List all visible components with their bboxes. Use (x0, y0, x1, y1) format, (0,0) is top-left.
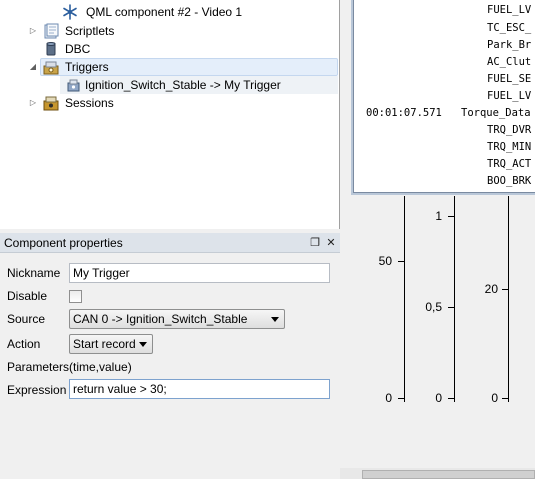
axis-1-tick-label: 0 (385, 391, 392, 405)
tree-item-label: Triggers (65, 60, 109, 74)
float-panel-icon[interactable]: ❐ (308, 236, 322, 250)
tree-item-label: QML component #2 - Video 1 (86, 5, 243, 19)
axis-1-tick (398, 261, 404, 262)
source-select[interactable]: CAN 0 -> Ignition_Switch_Stable (69, 309, 285, 329)
parameters-value: (time,value) (69, 360, 132, 374)
axis-1-tick-label: 50 (378, 254, 392, 268)
axis-2-tick-label: 0 (435, 391, 442, 405)
scriptlets-icon (43, 23, 59, 39)
expand-arrow-icon[interactable]: ▷ (28, 26, 38, 36)
axis-2-tick-label: 0,5 (425, 300, 442, 314)
chevron-down-icon (139, 342, 147, 347)
expression-label: Expression (7, 383, 67, 397)
collapse-arrow-icon[interactable]: ◢ (28, 62, 38, 72)
trace-signal-name: TRQ_ACT (487, 158, 532, 170)
axis-2-tick (448, 307, 454, 308)
triggers-icon (43, 59, 59, 75)
chevron-down-icon (271, 317, 279, 322)
source-label: Source (7, 312, 46, 326)
axis-2-line (454, 196, 455, 402)
action-select[interactable]: Start record (69, 334, 153, 354)
snowflake-icon (62, 4, 78, 20)
nickname-field[interactable]: My Trigger (69, 263, 330, 283)
disable-label: Disable (7, 289, 48, 303)
horizontal-scrollbar[interactable] (340, 468, 535, 479)
expression-field[interactable]: return value > 30; (69, 379, 330, 399)
axis-2-tick-label: 1 (435, 209, 442, 223)
trace-signal-name: AC_Clut (487, 56, 532, 68)
trace-signal-name: FUEL_LV (487, 90, 532, 102)
project-tree[interactable]: QML component #2 - Video 1 ▷ Scriptlets … (0, 0, 340, 229)
axis-2-tick (448, 216, 454, 217)
axis-3-line (508, 196, 509, 402)
axis-3-tick (502, 398, 508, 399)
scrollbar-thumb[interactable] (362, 470, 535, 479)
close-icon[interactable]: ✕ (324, 236, 338, 250)
trace-signal-name: FUEL_SE (487, 73, 532, 85)
trace-signal-name: Park_Br (487, 39, 532, 51)
database-icon (43, 41, 59, 57)
trace-signal-name: FUEL_LV (487, 4, 532, 16)
sessions-icon (43, 95, 59, 111)
axis-3-tick-label: 20 (484, 282, 498, 296)
trace-message-name: Torque_Data (461, 107, 531, 119)
tree-item-label: Ignition_Switch_Stable -> My Trigger (85, 78, 281, 92)
trace-signal-name: TC_ESC_ (487, 22, 532, 34)
panel-title: Component properties (0, 233, 340, 253)
trigger-item-icon (65, 77, 81, 93)
axis-3-tick-label: 0 (491, 391, 498, 405)
action-select-value: Start record (73, 337, 136, 351)
action-label: Action (7, 337, 41, 351)
tree-item-label: DBC (65, 42, 91, 56)
axis-1-line (404, 196, 405, 402)
trace-window[interactable]: FUEL_LV TC_ESC_ Park_Br AC_Clut FUEL_SE … (353, 0, 535, 193)
trace-signal-name: TRQ_DVR (487, 124, 532, 136)
trace-signal-name: TRQ_MIN (487, 141, 532, 153)
component-properties-panel: Component properties ❐ ✕ Nickname My Tri… (0, 233, 340, 479)
nickname-label: Nickname (7, 266, 61, 280)
trace-signal-name: BOO_BRK (487, 175, 532, 187)
tree-item-label: Sessions (65, 96, 114, 110)
disable-checkbox[interactable] (69, 290, 82, 303)
parameters-label: Parameters (7, 360, 70, 374)
tree-item-label: Scriptlets (65, 24, 115, 38)
trace-timestamp: 00:01:07.571 (366, 107, 442, 119)
axis-2-tick (448, 398, 454, 399)
axis-3-tick (502, 289, 508, 290)
axis-1-tick (398, 398, 404, 399)
expand-arrow-icon[interactable]: ▷ (28, 98, 38, 108)
source-select-value: CAN 0 -> Ignition_Switch_Stable (73, 312, 248, 326)
